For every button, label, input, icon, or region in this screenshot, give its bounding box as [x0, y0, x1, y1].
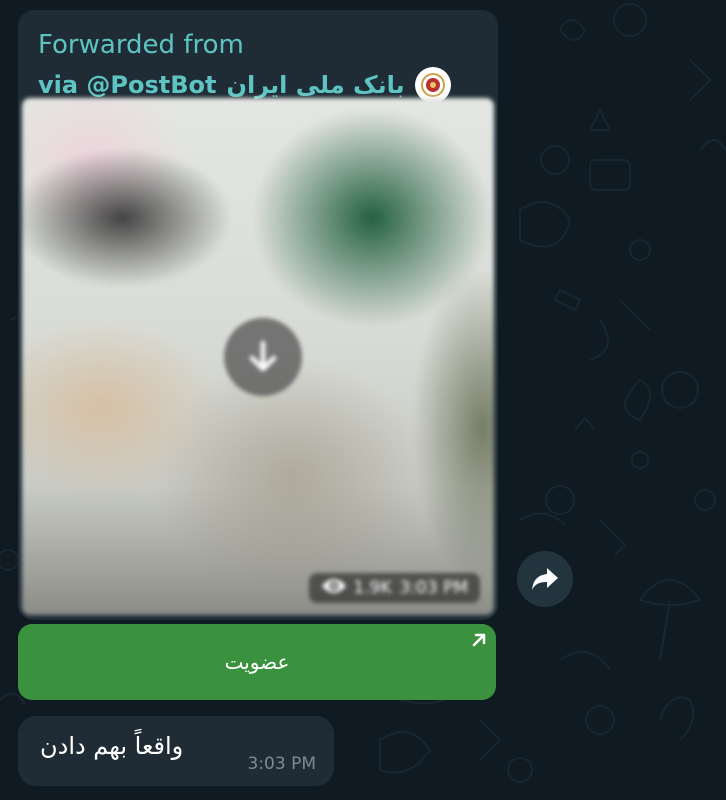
forward-via-label: via @PostBot	[38, 71, 217, 99]
view-count: 1.9K	[353, 578, 392, 598]
forward-source-name[interactable]: بانک ملی ایران	[227, 71, 405, 99]
media-time: 3:03 PM	[399, 578, 469, 598]
join-button-label: عضویت	[224, 650, 290, 674]
forwarded-header: Forwarded from	[38, 30, 244, 60]
join-button[interactable]: عضویت	[18, 624, 496, 700]
external-link-arrow-icon	[470, 630, 488, 654]
message-bubble[interactable]: واقعاً بهم دادن 3:03 PM	[18, 716, 334, 786]
share-arrow-icon[interactable]	[517, 551, 573, 607]
message-text: واقعاً بهم دادن	[40, 732, 184, 760]
media-meta: 1.9K 3:03 PM	[309, 573, 480, 603]
message-time: 3:03 PM	[247, 754, 317, 774]
forward-source[interactable]: via @PostBot بانک ملی ایران	[38, 67, 451, 103]
download-arrow-icon[interactable]	[224, 318, 302, 396]
eye-icon	[321, 577, 347, 600]
media-preview[interactable]: 1.9K 3:03 PM	[22, 98, 494, 615]
forwarded-message-bubble[interactable]: Forwarded from via @PostBot بانک ملی ایر…	[18, 10, 498, 620]
